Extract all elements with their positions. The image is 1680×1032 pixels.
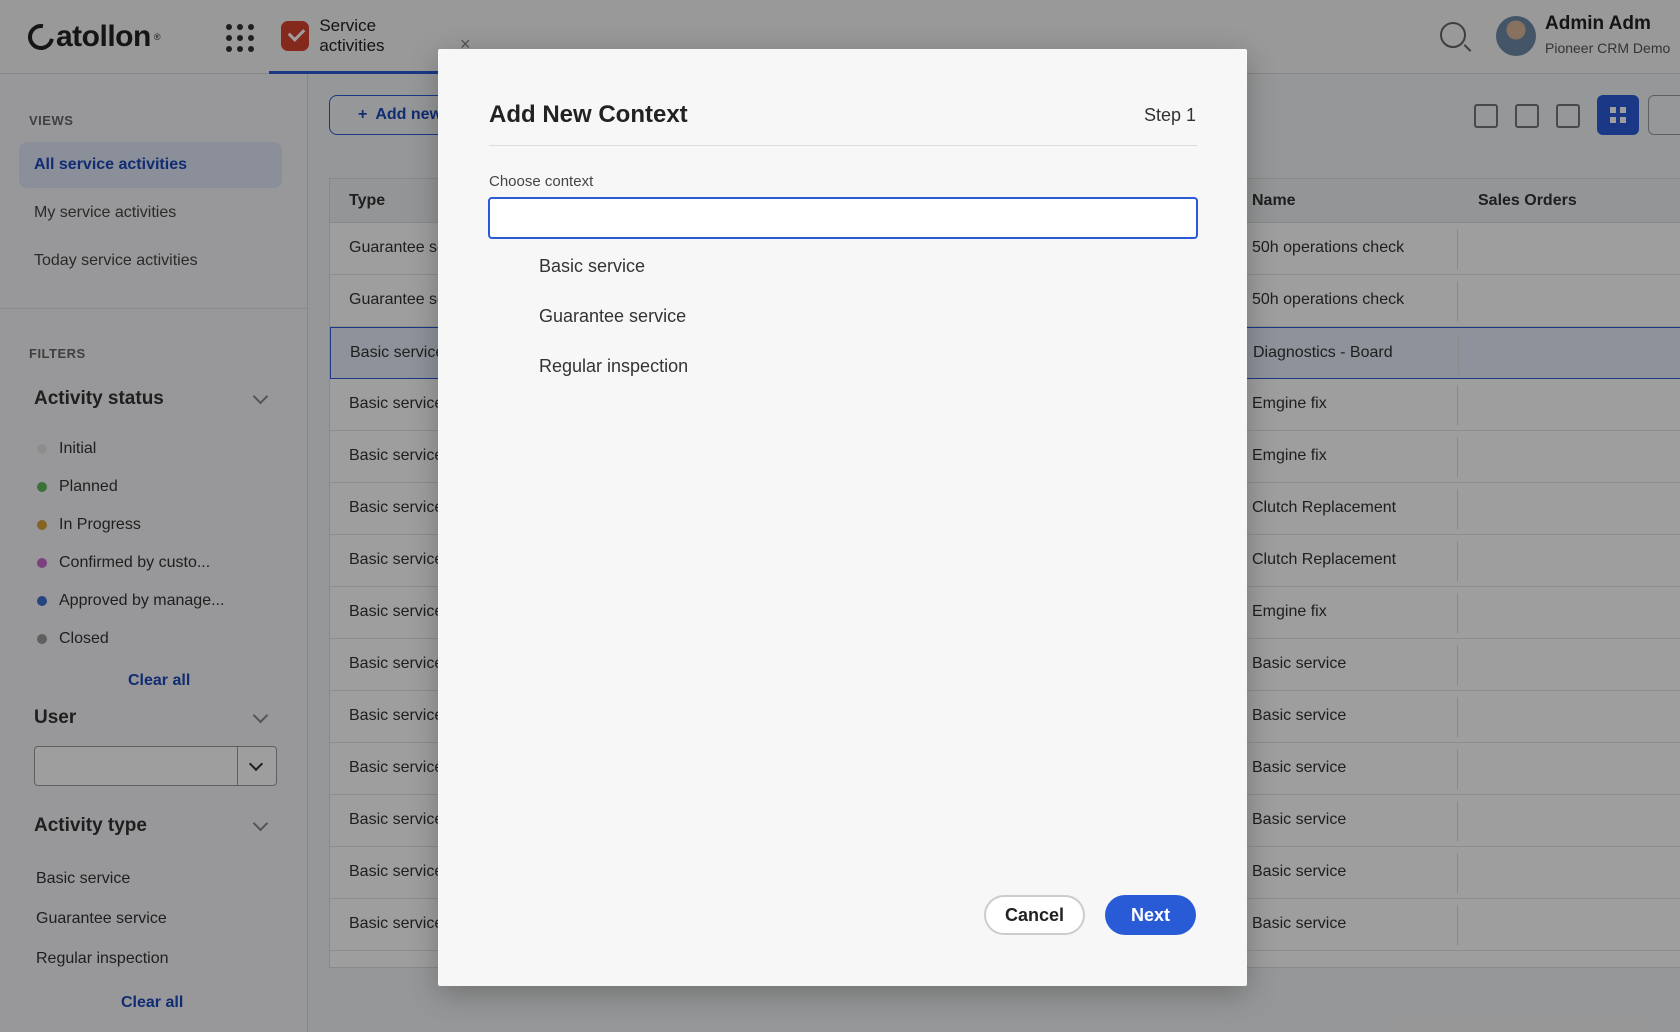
divider bbox=[489, 145, 1197, 146]
cancel-button[interactable]: Cancel bbox=[984, 895, 1085, 935]
add-new-context-dialog: Add New Context Step 1 Choose context Ba… bbox=[438, 49, 1247, 986]
step-indicator: Step 1 bbox=[1143, 105, 1196, 125]
context-option-basic-service[interactable]: Basic service bbox=[539, 256, 645, 277]
dialog-title: Add New Context bbox=[489, 101, 688, 128]
context-input[interactable] bbox=[488, 197, 1198, 239]
next-button[interactable]: Next bbox=[1105, 895, 1196, 935]
context-option-guarantee-service[interactable]: Guarantee service bbox=[539, 306, 686, 327]
choose-context-label: Choose context bbox=[489, 173, 594, 190]
context-option-regular-inspection[interactable]: Regular inspection bbox=[539, 356, 688, 377]
